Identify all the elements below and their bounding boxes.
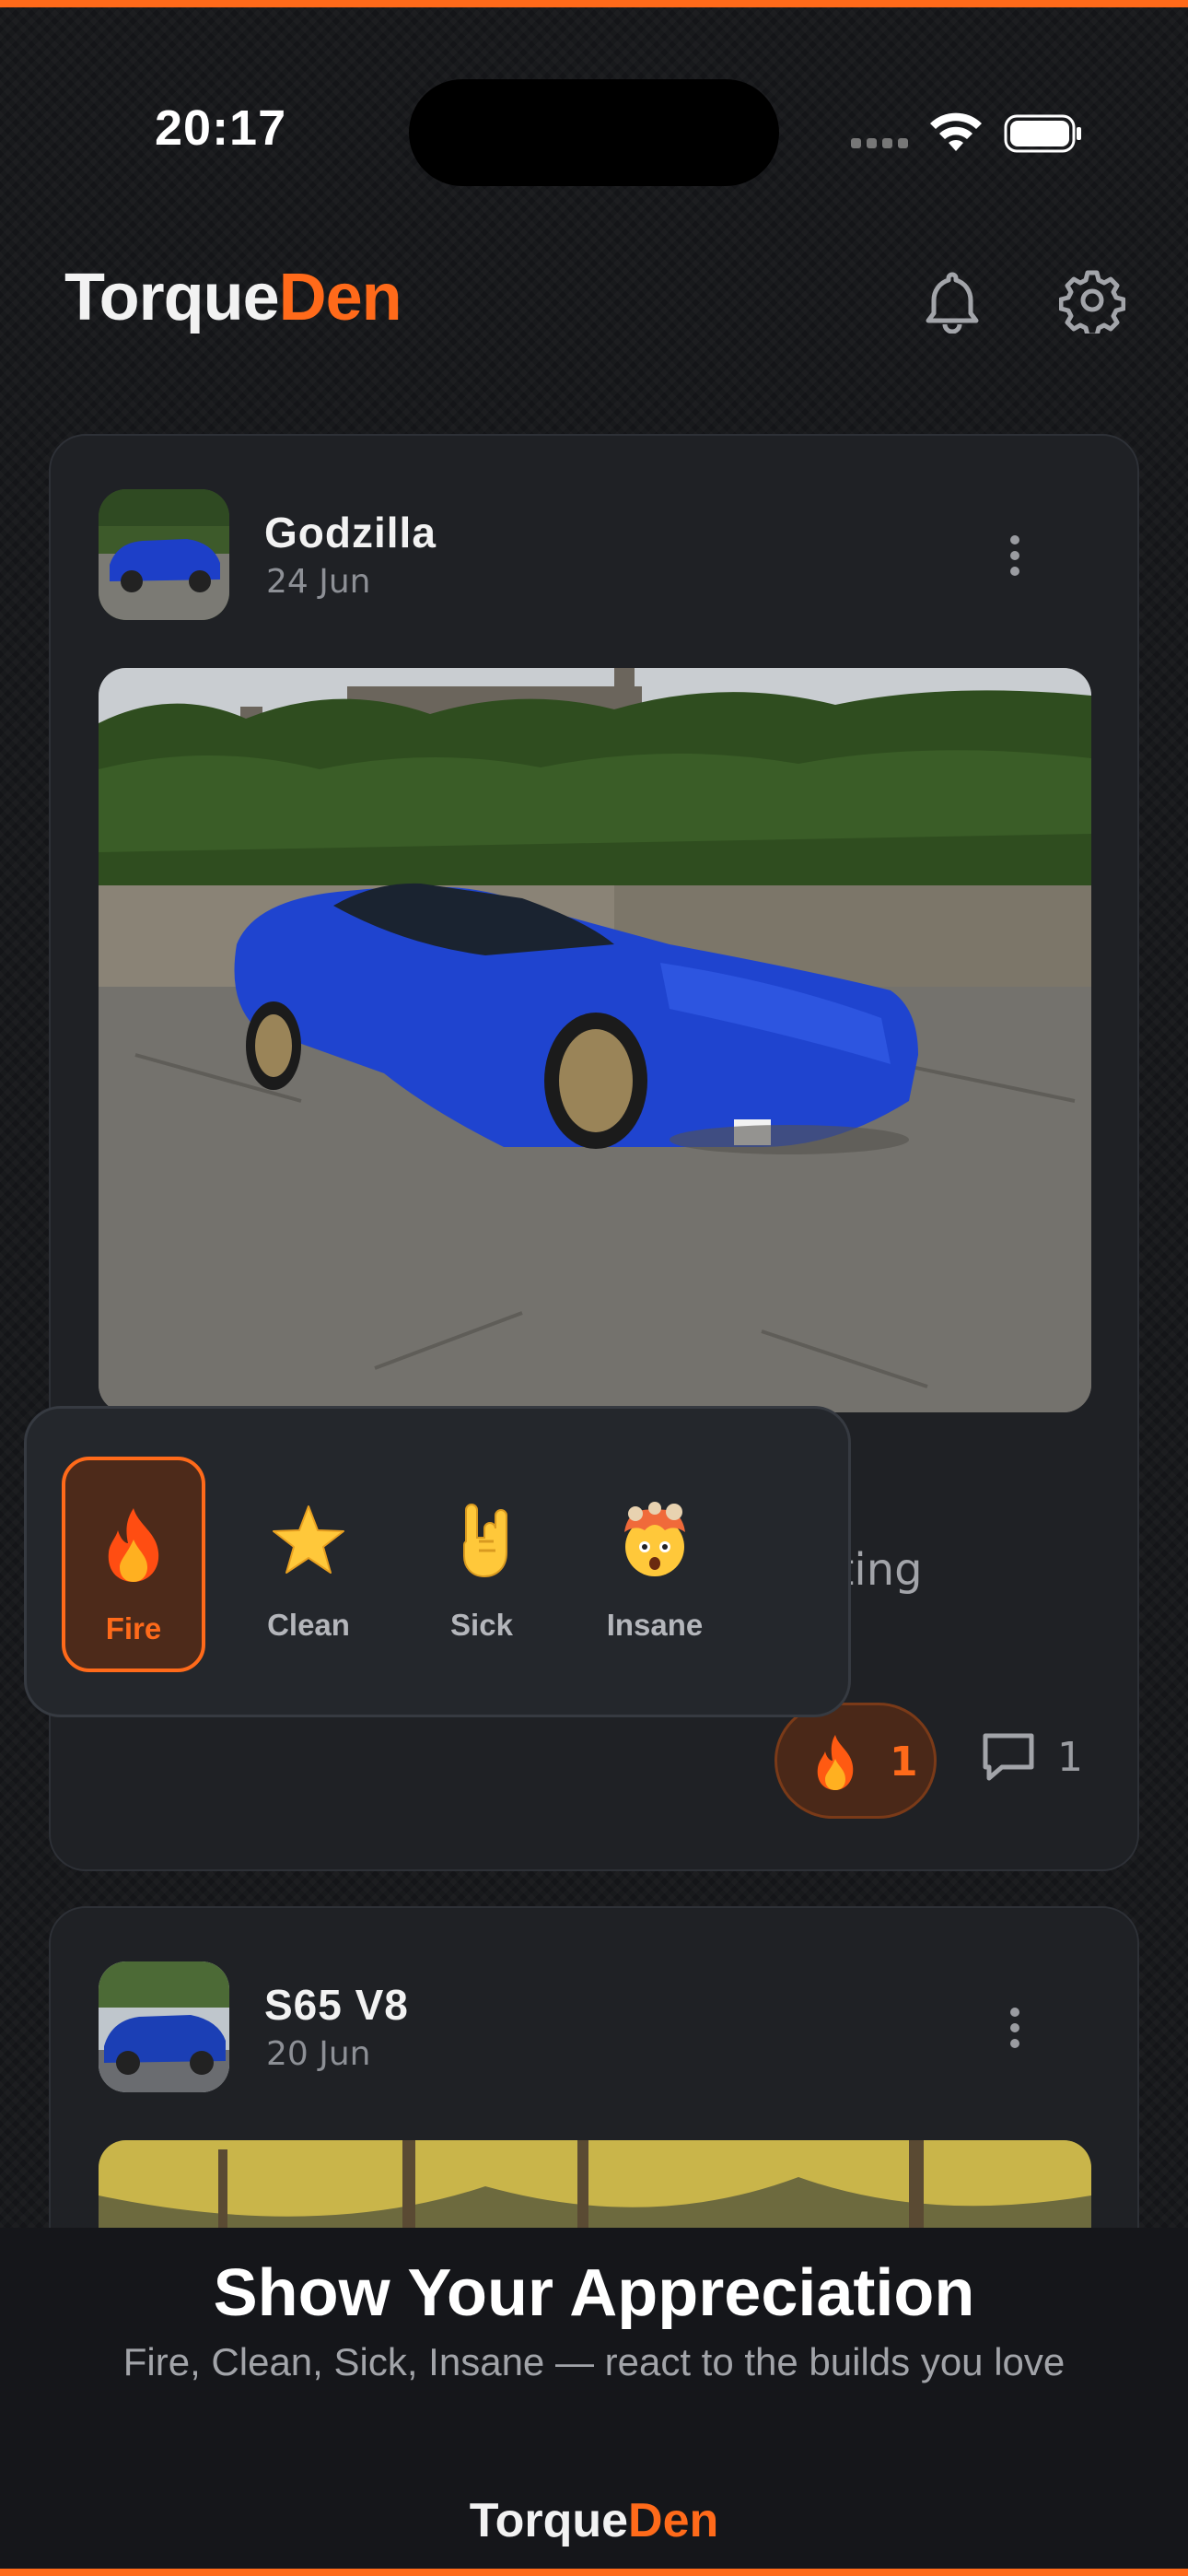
- app-logo[interactable]: TorqueDen: [64, 260, 402, 335]
- promo-subtitle: Fire, Clean, Sick, Insane — react to the…: [122, 2340, 1066, 2383]
- bell-icon[interactable]: [919, 267, 985, 334]
- post-date: 20 Jun: [266, 2035, 371, 2073]
- reaction-option-sick[interactable]: Sick: [410, 1457, 553, 1672]
- fire-icon: [108, 1508, 159, 1582]
- logo-part-torque: Torque: [64, 261, 280, 334]
- fire-icon: [817, 1735, 854, 1790]
- reaction-option-insane[interactable]: Insane: [583, 1457, 727, 1672]
- cellular-signal-icon: [851, 138, 908, 149]
- rock-hand-icon: [463, 1504, 507, 1578]
- star-icon: [273, 1505, 344, 1574]
- status-time: 20:17: [155, 100, 287, 156]
- reaction-option-clean[interactable]: Clean: [237, 1457, 380, 1672]
- bottom-accent-strip: [0, 2569, 1188, 2576]
- wifi-icon: [930, 112, 982, 151]
- more-options-icon[interactable]: [1008, 535, 1021, 581]
- comment-count: 1: [1057, 1734, 1083, 1781]
- reaction-label: Insane: [606, 1608, 704, 1642]
- reaction-count-button[interactable]: 1: [775, 1703, 937, 1819]
- post-author[interactable]: S65 V8: [264, 1980, 409, 2030]
- battery-icon: [1004, 114, 1081, 153]
- mind-blown-icon: [624, 1502, 685, 1576]
- reaction-picker: Fire Clean Sick Insane: [24, 1406, 851, 1717]
- settings-gear-icon[interactable]: [1059, 267, 1125, 334]
- dynamic-island: [409, 79, 779, 186]
- promo-brand-den: Den: [628, 2494, 719, 2547]
- reaction-count: 1: [890, 1739, 918, 1786]
- comment-icon: [983, 1733, 1034, 1781]
- top-accent-strip: [0, 0, 1188, 7]
- comment-button[interactable]: 1: [980, 1730, 1090, 1795]
- avatar[interactable]: [99, 489, 229, 620]
- post-photo[interactable]: [99, 668, 1091, 1412]
- reaction-label: Sick: [450, 1608, 513, 1642]
- reaction-label: Fire: [105, 1611, 162, 1645]
- avatar[interactable]: [99, 1961, 229, 2092]
- promo-brand-torque: Torque: [469, 2494, 629, 2547]
- more-options-icon[interactable]: [1008, 2008, 1021, 2054]
- post-author[interactable]: Godzilla: [264, 508, 437, 557]
- post-date: 24 Jun: [266, 563, 371, 601]
- promo-brand: TorqueDen: [0, 2493, 1188, 2548]
- reaction-label: Clean: [267, 1608, 350, 1642]
- promo-title: Show Your Appreciation: [213, 2256, 975, 2330]
- logo-part-den: Den: [278, 261, 402, 334]
- reaction-option-fire[interactable]: Fire: [62, 1457, 205, 1672]
